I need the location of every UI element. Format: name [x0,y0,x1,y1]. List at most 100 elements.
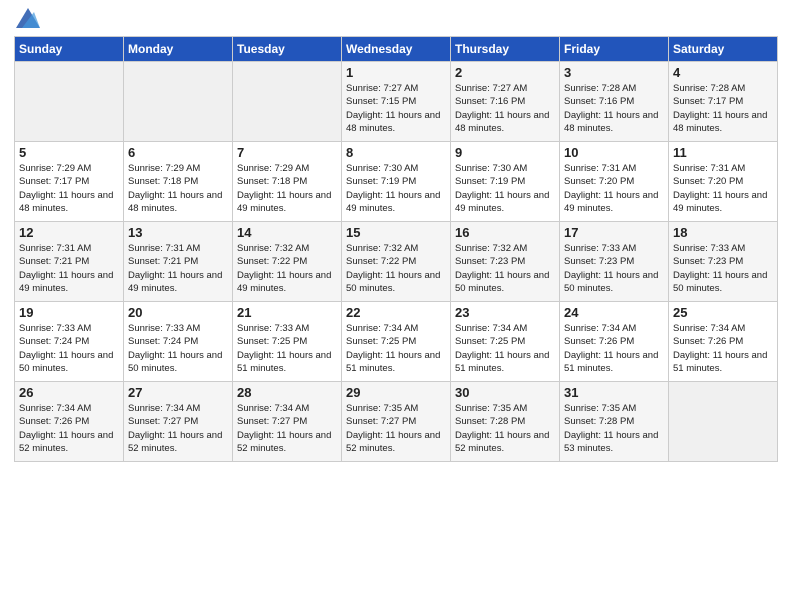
day-info: Sunrise: 7:35 AMSunset: 7:28 PMDaylight:… [564,402,664,455]
day-number: 11 [673,145,773,160]
calendar-cell: 29 Sunrise: 7:35 AMSunset: 7:27 PMDayligh… [342,382,451,462]
day-number: 2 [455,65,555,80]
calendar-week-1: 5 Sunrise: 7:29 AMSunset: 7:17 PMDaylight… [15,142,778,222]
calendar: SundayMondayTuesdayWednesdayThursdayFrid… [14,36,778,462]
calendar-cell: 21 Sunrise: 7:33 AMSunset: 7:25 PMDayligh… [233,302,342,382]
day-number: 6 [128,145,228,160]
calendar-cell: 14Sunrise: 7:32 AMSunset: 7:22 PMDayligh… [233,222,342,302]
calendar-cell [124,62,233,142]
calendar-cell: 9Sunrise: 7:30 AMSunset: 7:19 PMDaylight… [451,142,560,222]
header-tuesday: Tuesday [233,37,342,62]
calendar-cell: 2 Sunrise: 7:27 AMSunset: 7:16 PMDaylight… [451,62,560,142]
day-info: Sunrise: 7:34 AMSunset: 7:26 PMDaylight:… [564,322,664,375]
day-number: 21 [237,305,337,320]
day-info: Sunrise: 7:31 AMSunset: 7:21 PMDaylight:… [128,242,228,295]
day-info: Sunrise: 7:27 AMSunset: 7:16 PMDaylight:… [455,82,555,135]
day-number: 28 [237,385,337,400]
day-info: Sunrise: 7:33 AMSunset: 7:25 PMDaylight:… [237,322,337,375]
day-number: 27 [128,385,228,400]
day-info: Sunrise: 7:27 AMSunset: 7:15 PMDaylight:… [346,82,446,135]
page-header [14,10,778,28]
logo [14,10,40,28]
header-saturday: Saturday [669,37,778,62]
calendar-cell: 27Sunrise: 7:34 AMSunset: 7:27 PMDayligh… [124,382,233,462]
day-number: 24 [564,305,664,320]
day-info: Sunrise: 7:32 AMSunset: 7:23 PMDaylight:… [455,242,555,295]
day-number: 3 [564,65,664,80]
calendar-week-3: 19 Sunrise: 7:33 AMSunset: 7:24 PMDayligh… [15,302,778,382]
day-info: Sunrise: 7:29 AMSunset: 7:18 PMDaylight:… [237,162,337,215]
day-info: Sunrise: 7:35 AMSunset: 7:28 PMDaylight:… [455,402,555,455]
calendar-cell: 17 Sunrise: 7:33 AMSunset: 7:23 PMDayligh… [560,222,669,302]
day-info: Sunrise: 7:32 AMSunset: 7:22 PMDaylight:… [346,242,446,295]
day-info: Sunrise: 7:33 AMSunset: 7:23 PMDaylight:… [564,242,664,295]
calendar-week-0: 1 Sunrise: 7:27 AMSunset: 7:15 PMDaylight… [15,62,778,142]
calendar-cell: 10Sunrise: 7:31 AMSunset: 7:20 PMDayligh… [560,142,669,222]
header-wednesday: Wednesday [342,37,451,62]
calendar-cell: 8 Sunrise: 7:30 AMSunset: 7:19 PMDaylight… [342,142,451,222]
day-number: 1 [346,65,446,80]
calendar-cell: 22 Sunrise: 7:34 AMSunset: 7:25 PMDayligh… [342,302,451,382]
day-info: Sunrise: 7:34 AMSunset: 7:27 PMDaylight:… [237,402,337,455]
day-number: 29 [346,385,446,400]
day-number: 20 [128,305,228,320]
calendar-cell: 20 Sunrise: 7:33 AMSunset: 7:24 PMDayligh… [124,302,233,382]
day-number: 5 [19,145,119,160]
calendar-cell: 11 Sunrise: 7:31 AMSunset: 7:20 PMDayligh… [669,142,778,222]
calendar-header-row: SundayMondayTuesdayWednesdayThursdayFrid… [15,37,778,62]
calendar-cell: 3Sunrise: 7:28 AMSunset: 7:16 PMDaylight… [560,62,669,142]
calendar-cell [233,62,342,142]
day-info: Sunrise: 7:33 AMSunset: 7:23 PMDaylight:… [673,242,773,295]
day-number: 7 [237,145,337,160]
day-number: 16 [455,225,555,240]
day-info: Sunrise: 7:35 AMSunset: 7:27 PMDaylight:… [346,402,446,455]
day-info: Sunrise: 7:31 AMSunset: 7:20 PMDaylight:… [673,162,773,215]
day-number: 22 [346,305,446,320]
day-info: Sunrise: 7:34 AMSunset: 7:26 PMDaylight:… [19,402,119,455]
day-info: Sunrise: 7:34 AMSunset: 7:25 PMDaylight:… [455,322,555,375]
header-sunday: Sunday [15,37,124,62]
day-number: 19 [19,305,119,320]
calendar-cell: 25Sunrise: 7:34 AMSunset: 7:26 PMDayligh… [669,302,778,382]
calendar-cell: 28 Sunrise: 7:34 AMSunset: 7:27 PMDayligh… [233,382,342,462]
day-info: Sunrise: 7:30 AMSunset: 7:19 PMDaylight:… [346,162,446,215]
calendar-cell: 30 Sunrise: 7:35 AMSunset: 7:28 PMDayligh… [451,382,560,462]
day-number: 13 [128,225,228,240]
calendar-cell: 13 Sunrise: 7:31 AMSunset: 7:21 PMDayligh… [124,222,233,302]
day-number: 18 [673,225,773,240]
calendar-cell: 16 Sunrise: 7:32 AMSunset: 7:23 PMDayligh… [451,222,560,302]
calendar-cell: 31 Sunrise: 7:35 AMSunset: 7:28 PMDayligh… [560,382,669,462]
day-number: 30 [455,385,555,400]
day-number: 12 [19,225,119,240]
calendar-cell: 4 Sunrise: 7:28 AMSunset: 7:17 PMDaylight… [669,62,778,142]
day-number: 10 [564,145,664,160]
day-number: 15 [346,225,446,240]
day-number: 23 [455,305,555,320]
calendar-cell: 18 Sunrise: 7:33 AMSunset: 7:23 PMDayligh… [669,222,778,302]
day-number: 8 [346,145,446,160]
calendar-cell: 12Sunrise: 7:31 AMSunset: 7:21 PMDayligh… [15,222,124,302]
day-number: 31 [564,385,664,400]
day-number: 26 [19,385,119,400]
calendar-cell: 19Sunrise: 7:33 AMSunset: 7:24 PMDayligh… [15,302,124,382]
day-info: Sunrise: 7:33 AMSunset: 7:24 PMDaylight:… [128,322,228,375]
day-number: 4 [673,65,773,80]
day-number: 17 [564,225,664,240]
day-number: 9 [455,145,555,160]
calendar-cell [669,382,778,462]
calendar-cell: 5 Sunrise: 7:29 AMSunset: 7:17 PMDaylight… [15,142,124,222]
calendar-cell: 1 Sunrise: 7:27 AMSunset: 7:15 PMDaylight… [342,62,451,142]
calendar-cell: 23 Sunrise: 7:34 AMSunset: 7:25 PMDayligh… [451,302,560,382]
day-info: Sunrise: 7:29 AMSunset: 7:17 PMDaylight:… [19,162,119,215]
day-info: Sunrise: 7:28 AMSunset: 7:17 PMDaylight:… [673,82,773,135]
day-info: Sunrise: 7:29 AMSunset: 7:18 PMDaylight:… [128,162,228,215]
header-monday: Monday [124,37,233,62]
logo-icon [16,8,40,28]
calendar-cell: 24 Sunrise: 7:34 AMSunset: 7:26 PMDayligh… [560,302,669,382]
day-info: Sunrise: 7:34 AMSunset: 7:25 PMDaylight:… [346,322,446,375]
day-info: Sunrise: 7:34 AMSunset: 7:26 PMDaylight:… [673,322,773,375]
calendar-cell: 7 Sunrise: 7:29 AMSunset: 7:18 PMDaylight… [233,142,342,222]
header-friday: Friday [560,37,669,62]
calendar-week-4: 26 Sunrise: 7:34 AMSunset: 7:26 PMDayligh… [15,382,778,462]
calendar-cell [15,62,124,142]
